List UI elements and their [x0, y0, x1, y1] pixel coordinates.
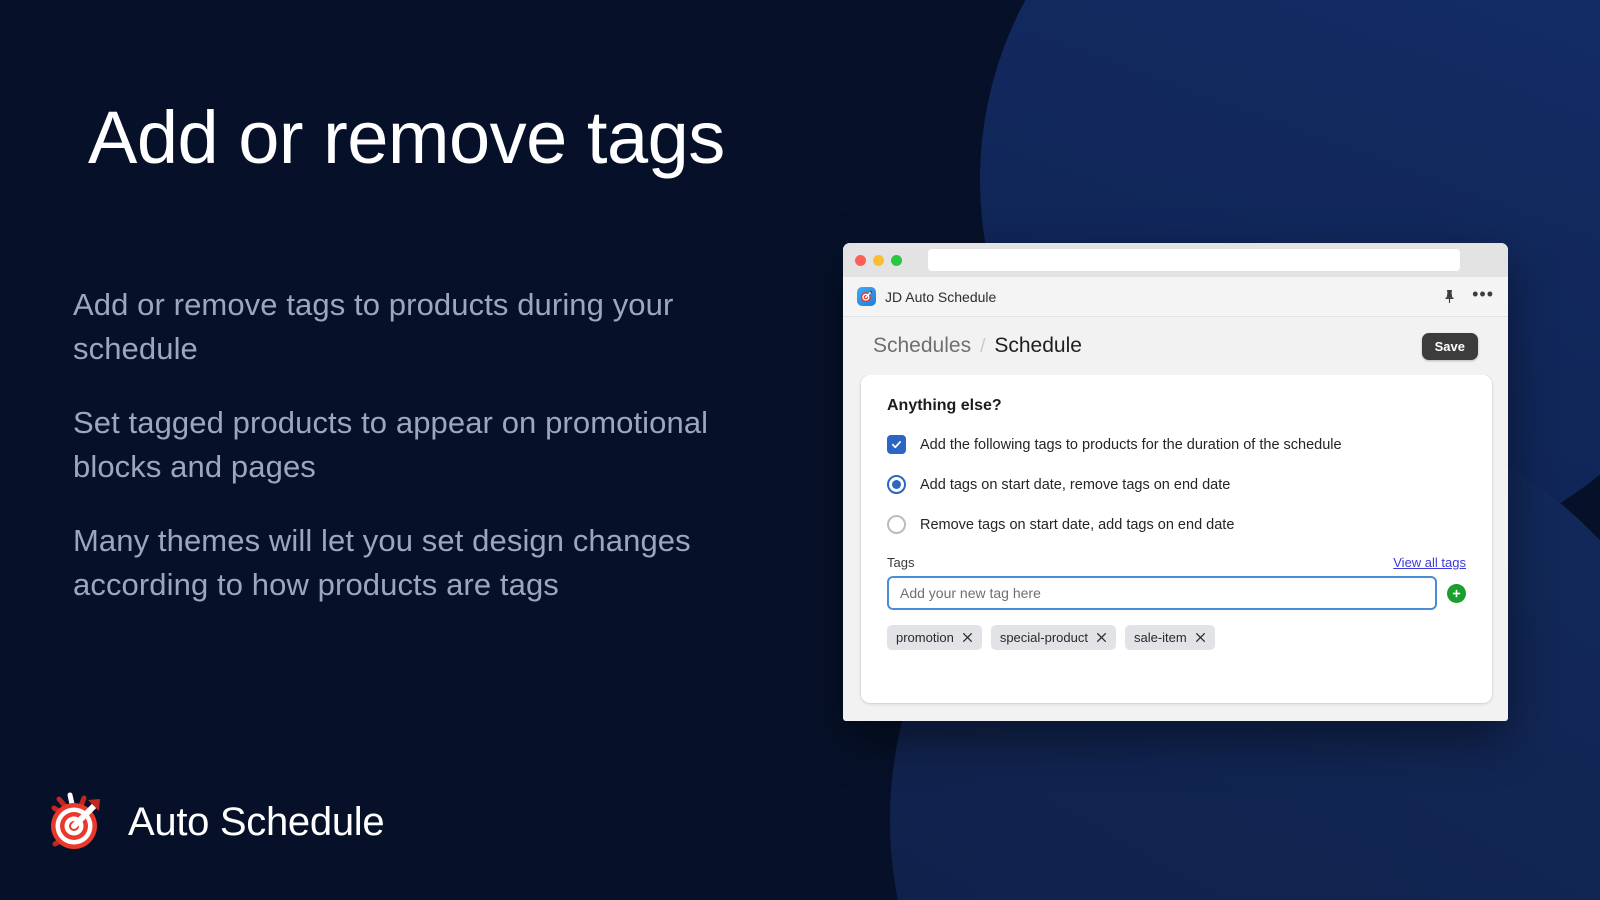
tags-field-label: Tags	[887, 555, 915, 570]
close-icon[interactable]	[1195, 632, 1206, 643]
maximize-window-button[interactable]	[891, 254, 902, 266]
more-horizontal-icon[interactable]: •••	[1472, 285, 1494, 304]
hero-bullet-3: Many themes will let you set design chan…	[73, 523, 691, 603]
radio-remove-on-start-label: Remove tags on start date, add tags on e…	[920, 516, 1235, 533]
traffic-lights	[855, 254, 902, 266]
tag-chip[interactable]: special-product	[990, 625, 1116, 650]
view-all-tags-link[interactable]: View all tags	[1393, 555, 1466, 570]
card-title: Anything else?	[887, 397, 1002, 414]
tag-chip[interactable]: promotion	[887, 625, 982, 650]
breadcrumb-current-page: Schedule	[994, 334, 1082, 357]
close-window-button[interactable]	[855, 254, 866, 266]
close-icon[interactable]	[1096, 632, 1107, 643]
brand-name: Auto Schedule	[128, 799, 385, 844]
target-arrow-icon	[40, 786, 112, 858]
app-header-bar: JD Auto Schedule •••	[843, 277, 1508, 317]
tag-chip[interactable]: sale-item	[1124, 625, 1215, 650]
checkbox-add-tags-label: Add the following tags to products for t…	[920, 436, 1342, 453]
page-title: Add or remove tags	[88, 96, 725, 179]
tag-chip-label: special-product	[999, 630, 1088, 645]
checkbox-add-tags[interactable]	[887, 435, 906, 454]
radio-add-on-start[interactable]	[887, 475, 906, 494]
brand-lockup: Auto Schedule	[40, 786, 385, 858]
tags-field-header: Tags View all tags	[887, 555, 1466, 570]
app-title: JD Auto Schedule	[885, 288, 997, 305]
close-icon[interactable]	[962, 632, 973, 643]
tag-input-row	[887, 576, 1466, 610]
auto-schedule-favicon-icon	[857, 287, 876, 306]
minimize-window-button[interactable]	[873, 254, 884, 266]
browser-titlebar	[843, 243, 1508, 277]
tag-input[interactable]	[887, 576, 1437, 610]
breadcrumb-separator: /	[980, 336, 986, 357]
tag-chip-label: sale-item	[1133, 630, 1187, 645]
option-row-add-tags-checkbox[interactable]: Add the following tags to products for t…	[887, 435, 1466, 454]
pin-icon[interactable]	[1443, 289, 1456, 304]
url-bar[interactable]	[928, 249, 1460, 271]
add-tag-button[interactable]	[1447, 583, 1466, 603]
page-header: Schedules / Schedule Save	[843, 317, 1508, 375]
breadcrumb-item-schedules[interactable]: Schedules	[873, 334, 971, 358]
hero-bullet-list: Add or remove tags to products during yo…	[73, 283, 803, 607]
hero-text-column: Add or remove tags Add or remove tags to…	[0, 0, 840, 900]
tag-chip-label: promotion	[896, 630, 954, 645]
anything-else-card: Anything else? Add the following tags to…	[861, 375, 1492, 703]
hero-bullet-1: Add or remove tags to products during yo…	[73, 287, 674, 367]
option-row-add-on-start[interactable]: Add tags on start date, remove tags on e…	[887, 475, 1466, 494]
app-header-actions: •••	[1443, 285, 1494, 304]
radio-add-on-start-label: Add tags on start date, remove tags on e…	[920, 476, 1231, 493]
breadcrumb: Schedules / Schedule	[873, 334, 1082, 358]
save-button[interactable]: Save	[1421, 332, 1478, 360]
hero-bullet-2: Set tagged products to appear on promoti…	[73, 405, 709, 485]
option-row-remove-on-start[interactable]: Remove tags on start date, add tags on e…	[887, 515, 1466, 534]
browser-window: JD Auto Schedule ••• Schedules / Schedul…	[843, 243, 1508, 721]
radio-remove-on-start[interactable]	[887, 515, 906, 534]
radio-selected-dot	[892, 480, 901, 489]
content-area: Anything else? Add the following tags to…	[843, 375, 1508, 721]
tag-chip-list: promotion special-product sale-item	[887, 625, 1466, 650]
